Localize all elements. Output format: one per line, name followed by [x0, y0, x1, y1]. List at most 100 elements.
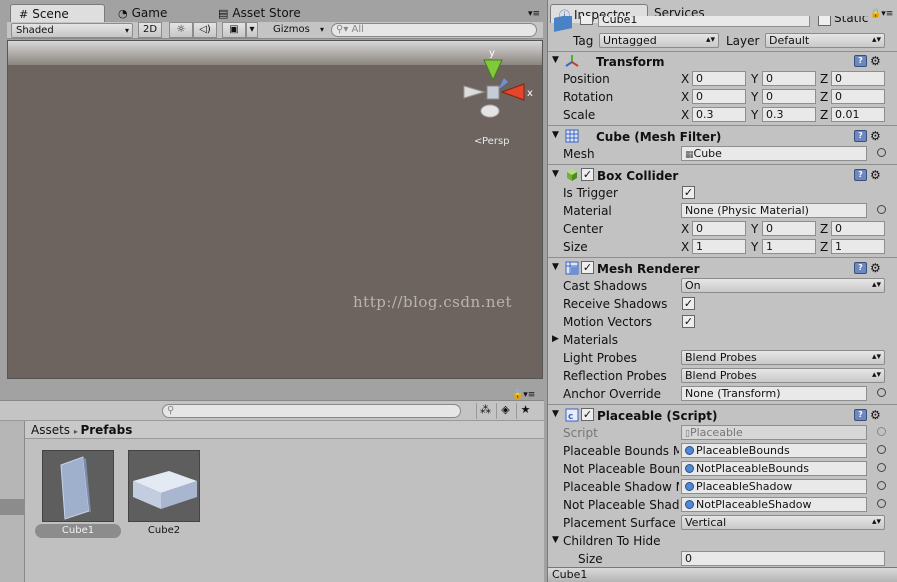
not-placeable-bounds-field[interactable]: NotPlaceableBounds: [681, 461, 867, 476]
gear-icon[interactable]: ⚙: [870, 408, 881, 422]
asset-thumbnail-cube1[interactable]: [42, 450, 114, 522]
scene-orientation-gizmo[interactable]: y x Persp <: [458, 46, 543, 146]
toggle-2d-button[interactable]: 2D: [138, 22, 162, 38]
anchor-override-field[interactable]: None (Transform): [681, 386, 867, 401]
gear-icon[interactable]: ⚙: [870, 129, 881, 143]
center-x-field[interactable]: 0: [692, 221, 746, 236]
object-picker-icon[interactable]: [877, 148, 886, 157]
foldout-open-icon[interactable]: ▼: [552, 169, 559, 179]
object-picker-icon[interactable]: [877, 388, 886, 397]
tab-asset-store-label: Asset Store: [232, 6, 301, 20]
gear-icon[interactable]: ⚙: [870, 54, 881, 68]
motion-vectors-checkbox[interactable]: ✓: [682, 315, 695, 328]
help-book-icon[interactable]: ?: [854, 262, 867, 274]
help-book-icon[interactable]: ?: [854, 409, 867, 421]
position-z-field[interactable]: 0: [831, 71, 885, 86]
box-collider-enabled-checkbox[interactable]: ✓: [581, 168, 594, 181]
position-x-field[interactable]: 0: [692, 71, 746, 86]
tab-game[interactable]: ◔ Game: [110, 4, 200, 22]
project-search-input[interactable]: ⚲: [162, 404, 461, 418]
asset-label-cube1[interactable]: Cube1: [35, 524, 121, 538]
gizmos-dropdown[interactable]: Gizmos ▾: [269, 23, 327, 38]
foldout-open-icon[interactable]: ▼: [552, 535, 559, 545]
project-lock-icon[interactable]: 🔒▾≡: [512, 390, 535, 400]
size-z-field[interactable]: 1: [831, 239, 885, 254]
foldout-open-icon[interactable]: ▼: [552, 409, 559, 419]
placeable-script-header[interactable]: ▼ c ✓ Placeable (Script) ? ⚙: [548, 407, 897, 425]
cast-shadows-dropdown[interactable]: On ▴▾: [681, 278, 885, 293]
placeable-bounds-field[interactable]: PlaceableBounds: [681, 443, 867, 458]
rotation-x-field[interactable]: 0: [692, 89, 746, 104]
light-probes-dropdown[interactable]: Blend Probes ▴▾: [681, 350, 885, 365]
filter-by-label-icon[interactable]: ◈: [496, 403, 514, 419]
foldout-closed-icon[interactable]: ▶: [552, 334, 559, 344]
project-folder-tree[interactable]: [0, 421, 25, 582]
scale-label: Scale: [563, 108, 596, 122]
tab-asset-store[interactable]: ▤ Asset Store: [210, 4, 320, 22]
foldout-open-icon[interactable]: ▼: [552, 55, 559, 65]
center-z-field[interactable]: 0: [831, 221, 885, 236]
receive-shadows-checkbox[interactable]: ✓: [682, 297, 695, 310]
shading-mode-dropdown[interactable]: Shaded ▾: [11, 23, 133, 38]
foldout-open-icon[interactable]: ▼: [552, 262, 559, 272]
layer-dropdown[interactable]: Default ▴▾: [765, 33, 885, 48]
effects-dropdown-button[interactable]: ▾: [246, 22, 258, 38]
mesh-object-field[interactable]: ▦Cube: [681, 146, 867, 161]
is-trigger-checkbox[interactable]: ✓: [682, 186, 695, 199]
position-y-field[interactable]: 0: [762, 71, 816, 86]
children-to-hide-row[interactable]: ▼ Children To Hide: [548, 532, 897, 550]
object-picker-icon[interactable]: [877, 445, 886, 454]
tag-dropdown[interactable]: Untagged ▴▾: [599, 33, 719, 48]
scene-search-input[interactable]: ⚲▾ All: [331, 23, 537, 37]
panel-menu-icon[interactable]: ▾≡: [528, 9, 540, 19]
scale-y-field[interactable]: 0.3: [762, 107, 816, 122]
tab-scene[interactable]: # Scene: [10, 4, 105, 23]
box-collider-header[interactable]: ▼ ✓ Box Collider ? ⚙: [548, 167, 897, 185]
rotation-z-field[interactable]: 0: [831, 89, 885, 104]
active-checkbox[interactable]: [580, 16, 593, 25]
collider-material-field[interactable]: None (Physic Material): [681, 203, 867, 218]
static-checkbox[interactable]: [818, 16, 831, 26]
size-x-field[interactable]: 1: [692, 239, 746, 254]
help-book-icon[interactable]: ?: [854, 169, 867, 181]
placeable-enabled-checkbox[interactable]: ✓: [581, 408, 594, 421]
asset-thumbnail-cube2[interactable]: [128, 450, 200, 522]
effects-toggle-button[interactable]: ▣: [222, 22, 246, 38]
favorite-star-icon[interactable]: ★: [516, 403, 534, 419]
scene-viewport[interactable]: y x Persp <: [7, 40, 543, 379]
mesh-renderer-header[interactable]: ▼ ✓ Mesh Renderer ? ⚙: [548, 260, 897, 278]
object-picker-icon[interactable]: [877, 205, 886, 214]
materials-row[interactable]: ▶ Materials: [548, 331, 897, 349]
object-picker-icon[interactable]: [877, 481, 886, 490]
z-axis-label: Z: [820, 222, 829, 236]
children-size-field[interactable]: 0: [681, 551, 885, 566]
foldout-open-icon[interactable]: ▼: [552, 130, 559, 140]
mesh-filter-header[interactable]: ▼ Cube (Mesh Filter) ? ⚙: [548, 128, 897, 146]
gear-icon[interactable]: ⚙: [870, 261, 881, 275]
checkmark-icon: ✓: [683, 315, 694, 328]
center-y-field[interactable]: 0: [762, 221, 816, 236]
asset-label-cube2[interactable]: Cube2: [121, 524, 207, 538]
breadcrumb-assets[interactable]: Assets: [31, 423, 70, 437]
size-y-field[interactable]: 1: [762, 239, 816, 254]
transform-header[interactable]: ▼ Transform ? ⚙: [548, 53, 897, 71]
folder-tree-selected-row[interactable]: [0, 499, 25, 515]
object-picker-icon[interactable]: [877, 463, 886, 472]
object-picker-icon[interactable]: [877, 499, 886, 508]
mesh-renderer-enabled-checkbox[interactable]: ✓: [581, 261, 594, 274]
gear-icon[interactable]: ⚙: [870, 168, 881, 182]
breadcrumb-prefabs[interactable]: Prefabs: [80, 423, 132, 437]
placeable-shadow-field[interactable]: PlaceableShadow: [681, 479, 867, 494]
filter-by-type-icon[interactable]: ⁂: [476, 403, 494, 419]
lighting-toggle-button[interactable]: ☼: [169, 22, 193, 38]
reflection-probes-dropdown[interactable]: Blend Probes ▴▾: [681, 368, 885, 383]
help-book-icon[interactable]: ?: [854, 55, 867, 67]
object-name-field[interactable]: Cube1: [598, 16, 810, 27]
rotation-y-field[interactable]: 0: [762, 89, 816, 104]
help-book-icon[interactable]: ?: [854, 130, 867, 142]
scale-z-field[interactable]: 0.01: [831, 107, 885, 122]
audio-toggle-button[interactable]: ◁): [193, 22, 217, 38]
not-placeable-shadow-field[interactable]: NotPlaceableShadow: [681, 497, 867, 512]
scale-x-field[interactable]: 0.3: [692, 107, 746, 122]
placement-surface-dropdown[interactable]: Vertical ▴▾: [681, 515, 885, 530]
